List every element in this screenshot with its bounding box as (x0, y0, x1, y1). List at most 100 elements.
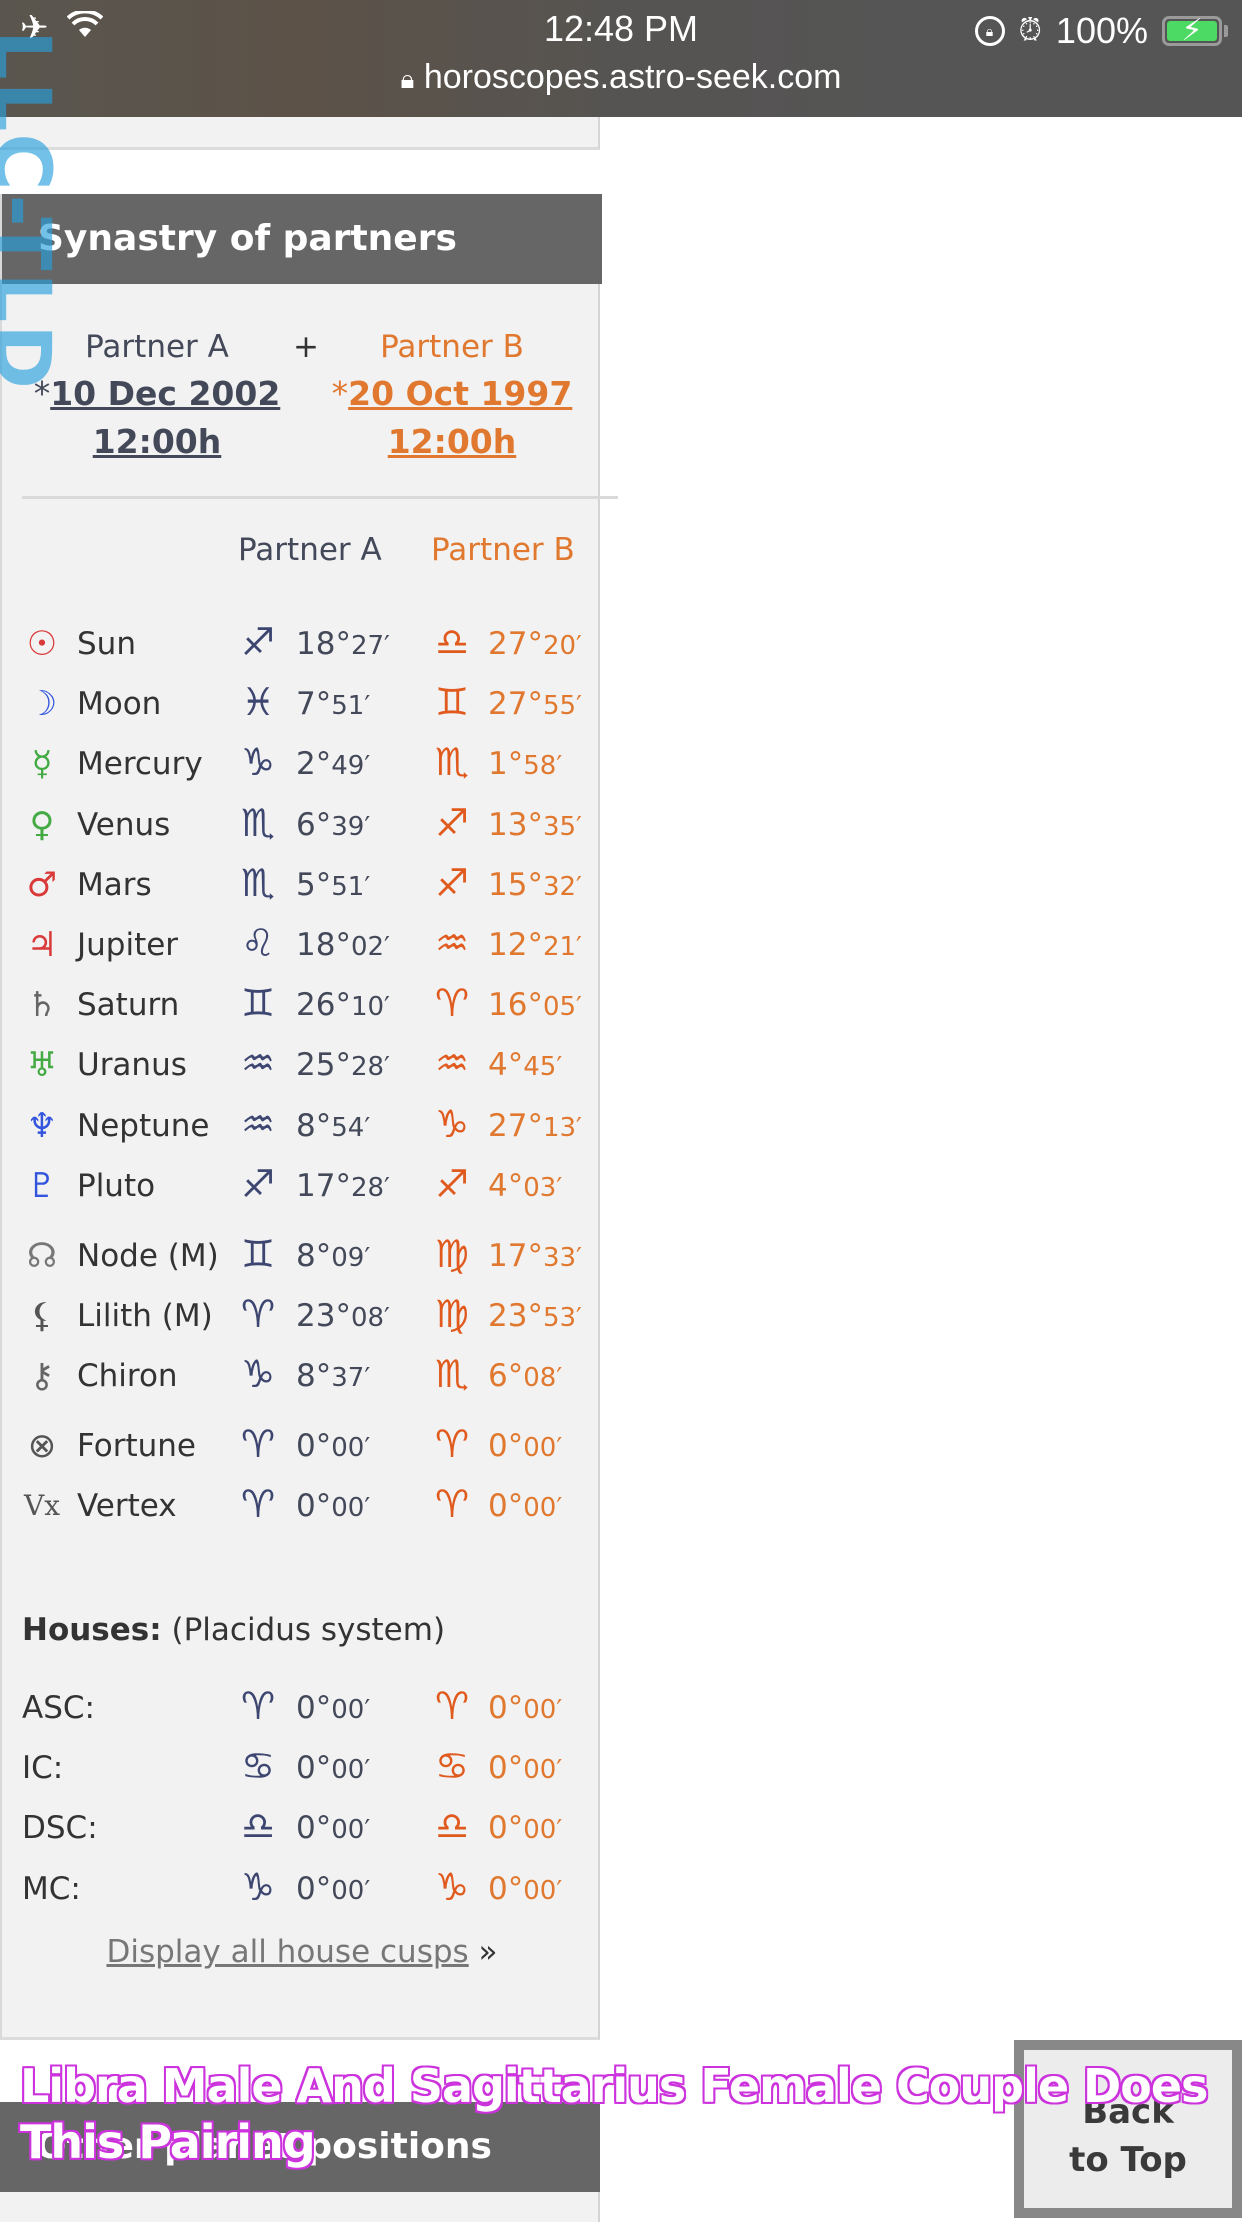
planet-row: ♅ Uranus ♒ 25°28′ ♒ 4°45′ (2, 1037, 602, 1097)
planet-name: Neptune (77, 1107, 210, 1144)
minutes: 00′ (331, 1695, 371, 1725)
house-row: IC: ♋ 0°00′ ♋ 0°00′ (2, 1740, 602, 1800)
minutes: 00′ (523, 1433, 563, 1463)
partner-a-position: 0°00′ (296, 1867, 370, 1913)
degrees: 16° (488, 987, 543, 1024)
aries-icon: ♈ (434, 1422, 470, 1466)
minutes: 32′ (542, 871, 582, 902)
degrees: 2° (296, 746, 332, 783)
partner-a-position: 17°28′ (296, 1164, 390, 1210)
gemini-icon: ♊ (240, 1232, 276, 1276)
degrees: 12° (488, 927, 543, 963)
degrees: 0° (296, 1690, 332, 1726)
partner-b-position: 0°00′ (488, 1806, 562, 1852)
degrees: 23° (488, 1298, 543, 1335)
address-bar[interactable]: 🔒︎ horoscopes.astro-seek.com (0, 58, 1242, 97)
capricorn-icon: ♑ (240, 1864, 276, 1909)
minutes: 02′ (350, 932, 390, 962)
partner-b-time-link[interactable]: 12:00h (388, 422, 517, 461)
aries-icon: ♈ (240, 1292, 276, 1337)
degrees: 0° (488, 1870, 524, 1907)
house-label: DSC: (22, 1810, 98, 1847)
partner-b-position: 6°08′ (488, 1354, 562, 1400)
partner-a-position: 5°51′ (296, 863, 370, 909)
partner-b-position: 0°00′ (488, 1867, 562, 1913)
planet-row: ☊ Node (M) ♊ 8°09′ ♍ 17°33′ (2, 1228, 602, 1288)
planet-row: ⚸ Lilith (M) ♈ 23°08′ ♍ 23°53′ (2, 1288, 602, 1348)
battery-percent: 100% (1055, 10, 1148, 51)
aquarius-icon: ♒ (434, 1041, 470, 1086)
capricorn-icon: ♑ (434, 1864, 470, 1909)
partner-a-time-link[interactable]: 12:00h (93, 422, 222, 461)
partner-b-star: * (331, 374, 349, 413)
degrees: 27° (488, 1107, 543, 1144)
partner-b-position: 4°03′ (488, 1164, 562, 1210)
minutes: 03′ (523, 1172, 563, 1203)
minutes: 28′ (350, 1052, 390, 1083)
minutes: 58′ (523, 751, 563, 782)
lilith-icon: ⚸ (29, 1296, 55, 1337)
minutes: 05′ (542, 992, 582, 1023)
partner-b-position: 4°45′ (488, 1043, 562, 1089)
aquarius-icon: ♒ (434, 921, 470, 965)
sagittarius-icon: ♐ (240, 620, 276, 664)
next-section-body (0, 2192, 600, 2222)
minutes: 00′ (523, 1695, 563, 1725)
plus-text: + (293, 329, 319, 365)
aries-icon: ♈ (240, 1422, 276, 1466)
planet-name: Fortune (77, 1428, 196, 1464)
planet-name: Vertex (77, 1488, 177, 1525)
minutes: 49′ (331, 751, 371, 782)
partner-b-position: 27°20′ (488, 622, 582, 668)
partner-b-position: 0°00′ (488, 1424, 562, 1470)
saturn-icon: ♄ (26, 985, 58, 1026)
partner-a-position: 2°49′ (296, 742, 370, 788)
partner-b-position: 0°00′ (488, 1484, 562, 1530)
partner-a-date-link[interactable]: 10 Dec 2002 (50, 374, 280, 413)
cancer-icon: ♋ (434, 1744, 470, 1789)
virgo-icon: ♍ (434, 1292, 470, 1337)
planet-name: Sun (77, 626, 136, 662)
minutes: 13′ (542, 1112, 582, 1143)
minutes: 28′ (350, 1172, 390, 1203)
house-label: IC: (22, 1750, 64, 1787)
neptune-icon: ♆ (26, 1105, 58, 1146)
overlay-title-watermark: Libra Male And Sagittarius Female Couple… (20, 2059, 1208, 2169)
planet-row: ♃ Jupiter ♌ 18°02′ ♒ 12°21′ (2, 917, 602, 977)
display-house-cusps-link[interactable]: Display all house cusps (106, 1934, 468, 1970)
minutes: 08′ (523, 1363, 563, 1394)
partner-b-position: 0°00′ (488, 1686, 562, 1732)
partner-b-date-link[interactable]: 20 Oct 1997 (348, 374, 572, 413)
synastry-panel: Synastry of partners Partner A * 10 Dec 2… (0, 194, 618, 2040)
minutes: 35′ (542, 811, 582, 842)
aries-icon: ♈ (434, 1684, 470, 1728)
aries-icon: ♈ (434, 1482, 470, 1527)
minutes: 00′ (331, 1493, 371, 1524)
degrees: 0° (296, 1488, 332, 1525)
degrees: 0° (296, 1810, 332, 1847)
partner-a-position: 0°00′ (296, 1746, 370, 1792)
house-row: ASC: ♈ 0°00′ ♈ 0°00′ (2, 1680, 602, 1740)
degrees: 0° (488, 1690, 524, 1726)
minutes: 00′ (331, 1755, 371, 1786)
minutes: 20′ (542, 631, 582, 661)
minutes: 00′ (331, 1875, 371, 1906)
partner-b-position: 0°00′ (488, 1746, 562, 1792)
degrees: 0° (488, 1750, 524, 1787)
partner-a-position: 18°02′ (296, 923, 390, 969)
pisces-icon: ♓ (240, 680, 276, 725)
aquarius-icon: ♒ (240, 1101, 276, 1146)
degrees: 0° (296, 1870, 332, 1907)
degrees: 8° (296, 1107, 332, 1144)
partner-b-position: 23°53′ (488, 1294, 582, 1340)
degrees: 4° (488, 1047, 524, 1084)
sagittarius-icon: ♐ (240, 1161, 276, 1206)
planet-row: ♂ Mars ♏ 5°51′ ♐ 15°32′ (2, 857, 602, 917)
partner-b-position: 16°05′ (488, 983, 582, 1029)
minutes: 21′ (542, 932, 582, 962)
partner-a-position: 0°00′ (296, 1806, 370, 1852)
capricorn-icon: ♑ (240, 1352, 276, 1397)
planet-name: Pluto (77, 1167, 156, 1204)
vertex-icon: Vx (23, 1489, 60, 1523)
pluto-icon: ♇ (26, 1165, 58, 1206)
